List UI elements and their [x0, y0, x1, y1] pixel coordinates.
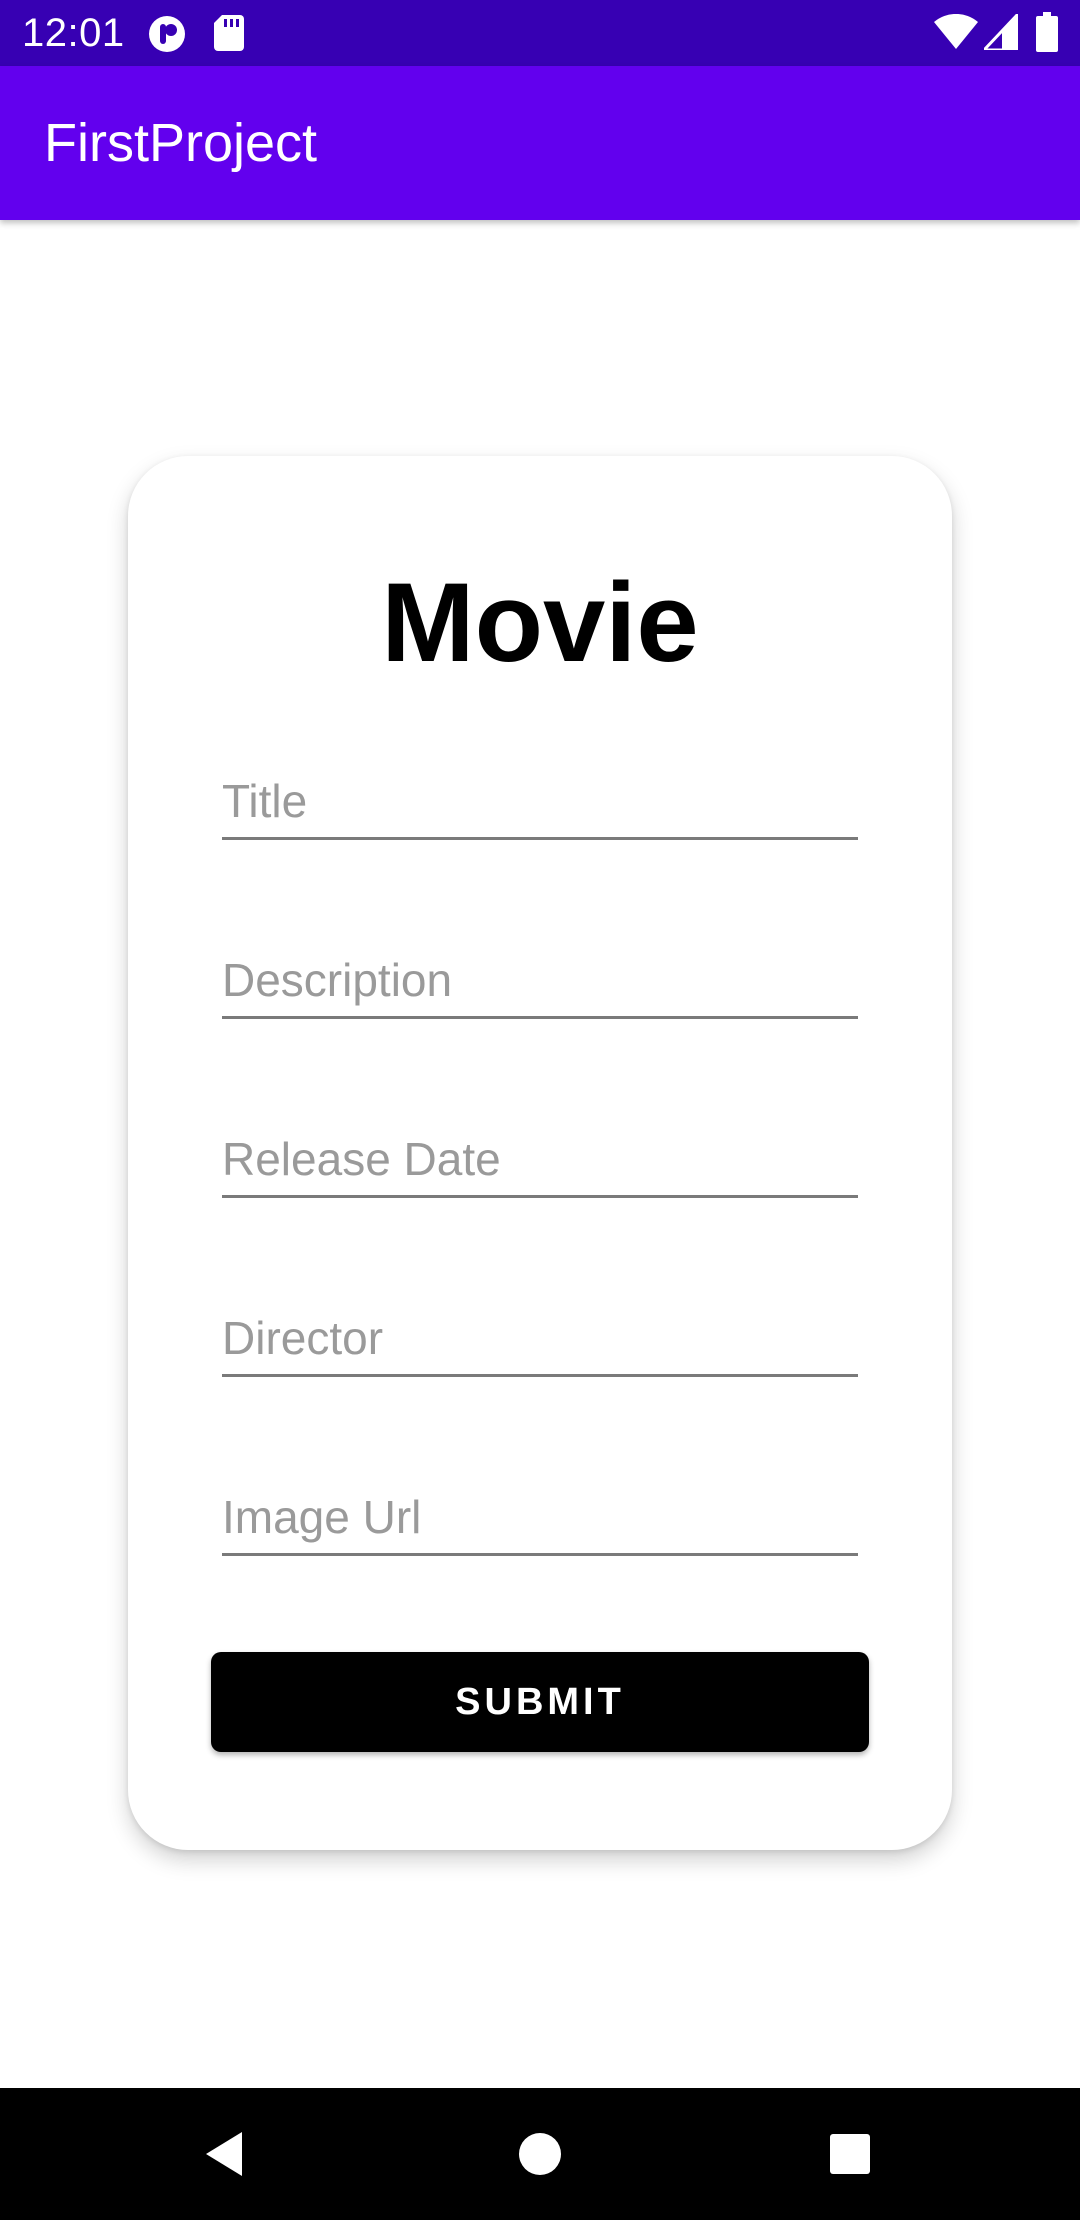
description-input[interactable] [222, 952, 858, 1008]
navigation-bar [0, 2088, 1080, 2220]
battery-icon [1036, 12, 1058, 57]
cell-signal-icon [980, 10, 1020, 55]
image-url-field[interactable] [222, 1476, 858, 1556]
title-input[interactable] [222, 773, 858, 829]
screen: 12:01 FirstProject Movie Title Descripti… [0, 0, 1080, 2220]
form-heading: Movie [381, 560, 699, 685]
release-date-input[interactable] [222, 1131, 858, 1187]
image-url-input[interactable] [222, 1489, 858, 1545]
recents-icon[interactable] [820, 2124, 880, 2184]
submit-button[interactable]: SUBMIT [211, 1652, 869, 1752]
wifi-icon [934, 13, 978, 55]
sd-card-icon [214, 15, 244, 56]
release-date-field[interactable] [222, 1118, 858, 1198]
status-bar: 12:01 [0, 0, 1080, 66]
app-notification-icon [148, 15, 186, 58]
description-field[interactable] [222, 939, 858, 1019]
director-input[interactable] [222, 1310, 858, 1366]
back-icon[interactable] [196, 2124, 256, 2184]
title-field[interactable] [222, 760, 858, 840]
director-field[interactable] [222, 1297, 858, 1377]
app-title: FirstProject [44, 113, 318, 173]
status-time: 12:01 [22, 11, 125, 55]
movie-form-card: Movie SUBMIT [128, 456, 952, 1850]
home-icon[interactable] [510, 2124, 570, 2184]
app-bar: FirstProject [0, 66, 1080, 220]
